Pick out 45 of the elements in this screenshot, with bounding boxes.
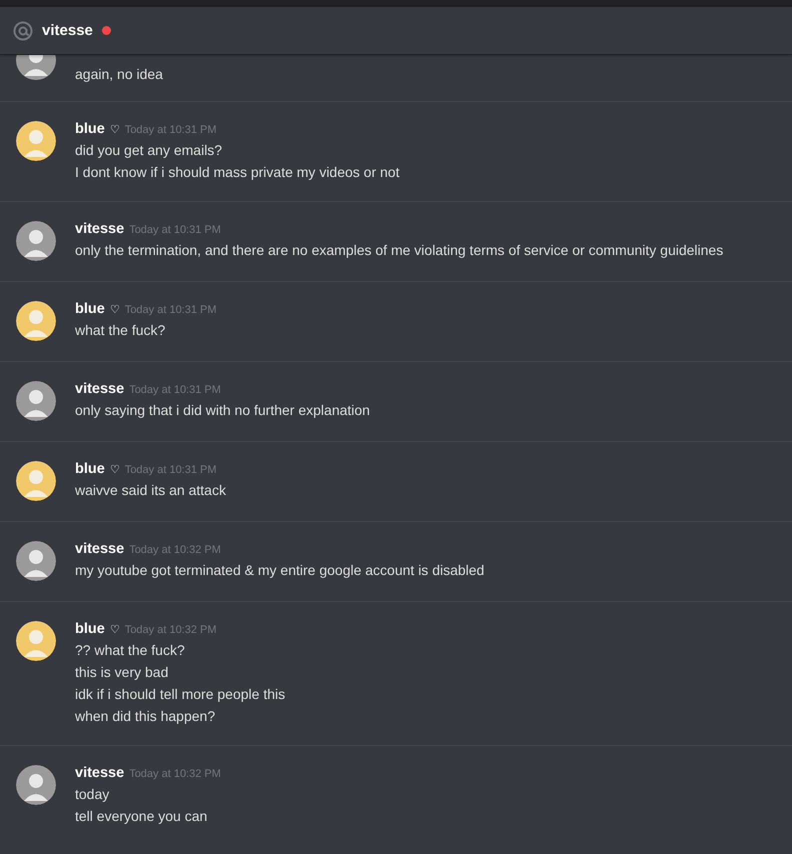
at-sign-icon: [13, 20, 33, 40]
timestamp: Today at 10:32 PM: [124, 624, 217, 636]
avatar[interactable]: [16, 121, 56, 161]
message-text: idk if i should tell more people this: [75, 686, 286, 703]
heart-symbol: ♡: [110, 463, 120, 476]
timestamp: Today at 10:31 PM: [129, 384, 221, 396]
timestamp: Today at 10:32 PM: [129, 768, 221, 780]
username[interactable]: vitesse: [75, 765, 124, 781]
username[interactable]: vitesse: [75, 381, 124, 397]
avatar[interactable]: [16, 541, 56, 581]
message-text: again, no idea: [75, 66, 163, 83]
message-text: what the fuck?: [75, 322, 166, 339]
username[interactable]: vitesse: [75, 541, 124, 557]
username[interactable]: vitesse: [75, 221, 124, 237]
avatar[interactable]: [16, 301, 56, 341]
avatar[interactable]: [16, 54, 56, 80]
username[interactable]: blue: [75, 301, 105, 317]
message-text: tell everyone you can: [75, 808, 208, 825]
timestamp: Today at 10:32 PM: [129, 544, 221, 556]
avatar[interactable]: [16, 381, 56, 421]
message-text: I dont know if i should mass private my videos or not: [75, 164, 400, 181]
username[interactable]: blue: [75, 621, 105, 637]
timestamp: Today at 10:31 PM: [124, 304, 217, 316]
message-text: when did this happen?: [75, 708, 216, 725]
username[interactable]: blue: [75, 461, 105, 477]
avatar[interactable]: [16, 765, 56, 805]
avatar[interactable]: [16, 621, 56, 661]
message-text: only the termination, and there are no examples of me violating terms of service or community guidelines: [75, 242, 724, 259]
message-text: my youtube got terminated & my entire google account is disabled: [75, 562, 484, 579]
heart-symbol: ♡: [110, 123, 120, 136]
message-text: ?? what the fuck?: [75, 642, 186, 659]
message-text: did you get any emails?: [75, 142, 224, 159]
message-text: today: [75, 786, 110, 803]
message-text: only saying that i did with no further explanation: [75, 402, 370, 419]
channel-name: vitesse: [42, 22, 93, 39]
message-text: this is very bad: [75, 664, 170, 681]
message-text: waivve said its an attack: [75, 482, 226, 499]
avatar[interactable]: [16, 461, 56, 501]
timestamp: Today at 10:31 PM: [124, 124, 217, 136]
timestamp: Today at 10:31 PM: [124, 464, 217, 476]
avatar[interactable]: [16, 221, 56, 261]
heart-symbol: ♡: [110, 623, 120, 636]
timestamp: Today at 10:31 PM: [129, 224, 221, 236]
heart-symbol: ♡: [110, 303, 120, 316]
username[interactable]: blue: [75, 121, 105, 137]
